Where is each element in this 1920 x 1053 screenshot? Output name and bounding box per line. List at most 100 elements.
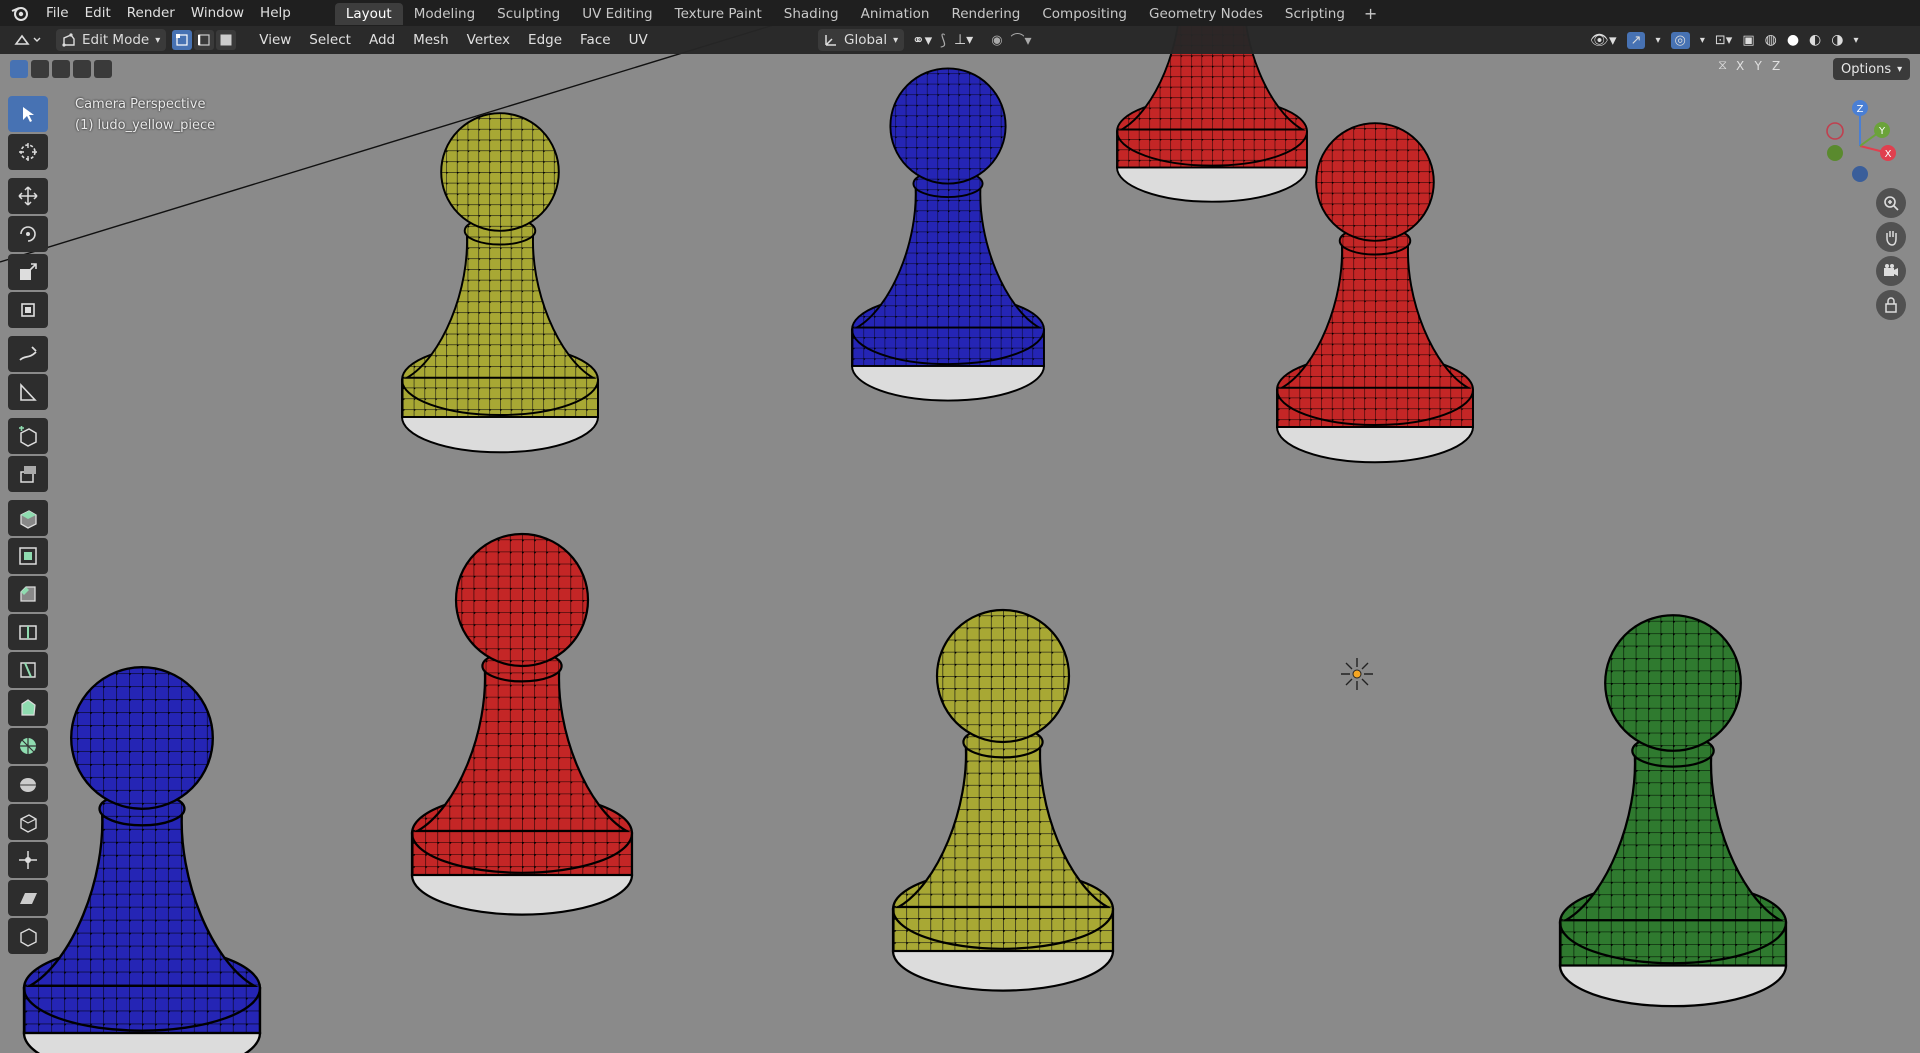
visibility-eye-icon[interactable]: 👁▾ bbox=[1590, 31, 1617, 49]
cursor-tool[interactable] bbox=[8, 134, 48, 170]
gizmo-neg-z-axis[interactable] bbox=[1852, 166, 1868, 182]
wireframe-shading-icon[interactable]: ◍ bbox=[1765, 32, 1777, 48]
menu-uv[interactable]: UV bbox=[620, 26, 657, 54]
scale-tool[interactable] bbox=[8, 254, 48, 290]
chevron-down-icon[interactable]: ▾ bbox=[1853, 35, 1858, 46]
3d-viewport[interactable] bbox=[0, 0, 1920, 1053]
tab-modeling[interactable]: Modeling bbox=[403, 3, 486, 25]
camera-view-icon[interactable] bbox=[1876, 256, 1906, 286]
solid-shading-icon[interactable]: ● bbox=[1787, 32, 1799, 48]
mode-dropdown[interactable]: Edit Mode ▾ bbox=[56, 29, 167, 51]
knife-tool[interactable] bbox=[8, 652, 48, 688]
navigation-gizmo[interactable]: Z X Y bbox=[1810, 96, 1910, 196]
bevel-tool[interactable] bbox=[8, 576, 48, 612]
shear-tool[interactable] bbox=[8, 880, 48, 916]
pivot-snap-group: ⚭▾ ⟆ ⊥▾ ◉ ⌒▾ bbox=[912, 30, 1032, 50]
tab-compositing[interactable]: Compositing bbox=[1031, 3, 1138, 25]
inset-faces-tool[interactable] bbox=[8, 538, 48, 574]
tab-layout[interactable]: Layout bbox=[334, 3, 403, 25]
menu-vertex[interactable]: Vertex bbox=[458, 26, 519, 54]
extrude-tool[interactable] bbox=[8, 456, 48, 492]
menu-face[interactable]: Face bbox=[571, 26, 620, 54]
edge-slide-tool[interactable] bbox=[8, 804, 48, 840]
select-extend-button[interactable] bbox=[31, 60, 49, 78]
green-piece[interactable] bbox=[1558, 614, 1788, 1008]
menu-file[interactable]: File bbox=[38, 0, 77, 26]
tab-sculpting[interactable]: Sculpting bbox=[486, 3, 571, 25]
falloff-icon[interactable]: ⌒▾ bbox=[1011, 30, 1032, 50]
annotate-tool[interactable] bbox=[8, 336, 48, 372]
gizmo-neg-x-axis[interactable] bbox=[1826, 122, 1844, 140]
mirror-icon[interactable]: ⧖ bbox=[1718, 58, 1727, 73]
menu-view[interactable]: View bbox=[250, 26, 300, 54]
tab-rendering[interactable]: Rendering bbox=[940, 3, 1031, 25]
light-object[interactable] bbox=[1341, 658, 1373, 690]
extrude-region-tool[interactable] bbox=[8, 500, 48, 536]
menu-mesh[interactable]: Mesh bbox=[404, 26, 458, 54]
select-box-tool[interactable] bbox=[8, 96, 48, 132]
axis-x-toggle[interactable]: X bbox=[1731, 59, 1749, 73]
menu-window[interactable]: Window bbox=[183, 0, 252, 26]
axis-z-toggle[interactable]: Z bbox=[1767, 59, 1785, 73]
blender-logo-icon[interactable] bbox=[8, 1, 32, 25]
gizmo-toggle-icon[interactable]: ↗ bbox=[1626, 31, 1646, 49]
shrink-fatten-tool[interactable] bbox=[8, 842, 48, 878]
gizmo-neg-y-axis[interactable] bbox=[1827, 145, 1843, 161]
select-intersect-button[interactable] bbox=[94, 60, 112, 78]
pivot-point-icon[interactable]: ⚭▾ bbox=[912, 31, 932, 49]
select-subtract-button[interactable] bbox=[52, 60, 70, 78]
loop-cut-tool[interactable] bbox=[8, 614, 48, 650]
rotate-tool[interactable] bbox=[8, 216, 48, 252]
proportional-edit-icon[interactable]: ◉ bbox=[991, 33, 1002, 48]
xray-toggle-icon[interactable]: ▣ bbox=[1742, 33, 1754, 48]
chevron-down-icon[interactable]: ▾ bbox=[1655, 35, 1660, 46]
yellow-piece[interactable] bbox=[401, 112, 599, 454]
axis-y-toggle[interactable]: Y bbox=[1749, 59, 1767, 73]
tab-scripting[interactable]: Scripting bbox=[1274, 3, 1356, 25]
tab-animation[interactable]: Animation bbox=[850, 3, 941, 25]
smooth-tool[interactable] bbox=[8, 766, 48, 802]
rendered-shading-icon[interactable]: ◑ bbox=[1831, 32, 1843, 48]
material-shading-icon[interactable]: ◐ bbox=[1809, 32, 1821, 48]
measure-tool[interactable] bbox=[8, 374, 48, 410]
menu-edit[interactable]: Edit bbox=[77, 0, 119, 26]
red-piece[interactable] bbox=[410, 532, 634, 916]
yellow-piece[interactable] bbox=[891, 608, 1115, 992]
options-button[interactable]: Options ▾ bbox=[1833, 58, 1911, 80]
poly-build-tool[interactable] bbox=[8, 690, 48, 726]
overlay-shading-group: 👁▾ ↗ ▾ ◎ ▾ ⊡▾ ▣ ◍ ● ◐ ◑ ▾ bbox=[1590, 31, 1859, 49]
chevron-down-icon[interactable]: ▾ bbox=[1700, 35, 1705, 46]
snap-target-icon[interactable]: ⊥▾ bbox=[954, 32, 973, 48]
lock-icon[interactable] bbox=[1876, 290, 1906, 320]
tab-uv-editing[interactable]: UV Editing bbox=[571, 3, 663, 25]
menu-edge[interactable]: Edge bbox=[519, 26, 571, 54]
zoom-icon[interactable] bbox=[1876, 188, 1906, 218]
menu-add[interactable]: Add bbox=[360, 26, 404, 54]
face-select-button[interactable] bbox=[216, 30, 237, 50]
edge-select-button[interactable] bbox=[194, 30, 215, 50]
move-tool[interactable] bbox=[8, 178, 48, 214]
pan-hand-icon[interactable] bbox=[1876, 222, 1906, 252]
spin-tool[interactable] bbox=[8, 728, 48, 764]
tab-texture-paint[interactable]: Texture Paint bbox=[664, 3, 773, 25]
add-workspace-icon[interactable]: + bbox=[1356, 4, 1385, 23]
transform-tool[interactable] bbox=[8, 292, 48, 328]
editor-type-button[interactable] bbox=[10, 29, 48, 51]
snap-magnet-icon[interactable]: ⟆ bbox=[940, 31, 946, 49]
transform-orientation-dropdown[interactable]: Global ▾ bbox=[818, 29, 905, 51]
add-cube-tool[interactable] bbox=[8, 418, 48, 454]
rip-region-tool[interactable] bbox=[8, 918, 48, 954]
mesh-edit-overlay-icon[interactable]: ⊡▾ bbox=[1715, 33, 1732, 48]
gizmo-x-label: X bbox=[1885, 149, 1892, 160]
menu-render[interactable]: Render bbox=[119, 0, 183, 26]
menu-select[interactable]: Select bbox=[300, 26, 360, 54]
overlays-icon[interactable]: ◎ bbox=[1670, 31, 1690, 49]
tab-shading[interactable]: Shading bbox=[773, 3, 850, 25]
tab-geometry-nodes[interactable]: Geometry Nodes bbox=[1138, 3, 1274, 25]
blue-piece[interactable] bbox=[851, 67, 1045, 402]
menu-help[interactable]: Help bbox=[252, 0, 299, 26]
select-invert-button[interactable] bbox=[73, 60, 91, 78]
select-new-button[interactable] bbox=[10, 60, 28, 78]
vertex-select-button[interactable] bbox=[172, 30, 193, 50]
blue-piece[interactable] bbox=[22, 666, 262, 1053]
